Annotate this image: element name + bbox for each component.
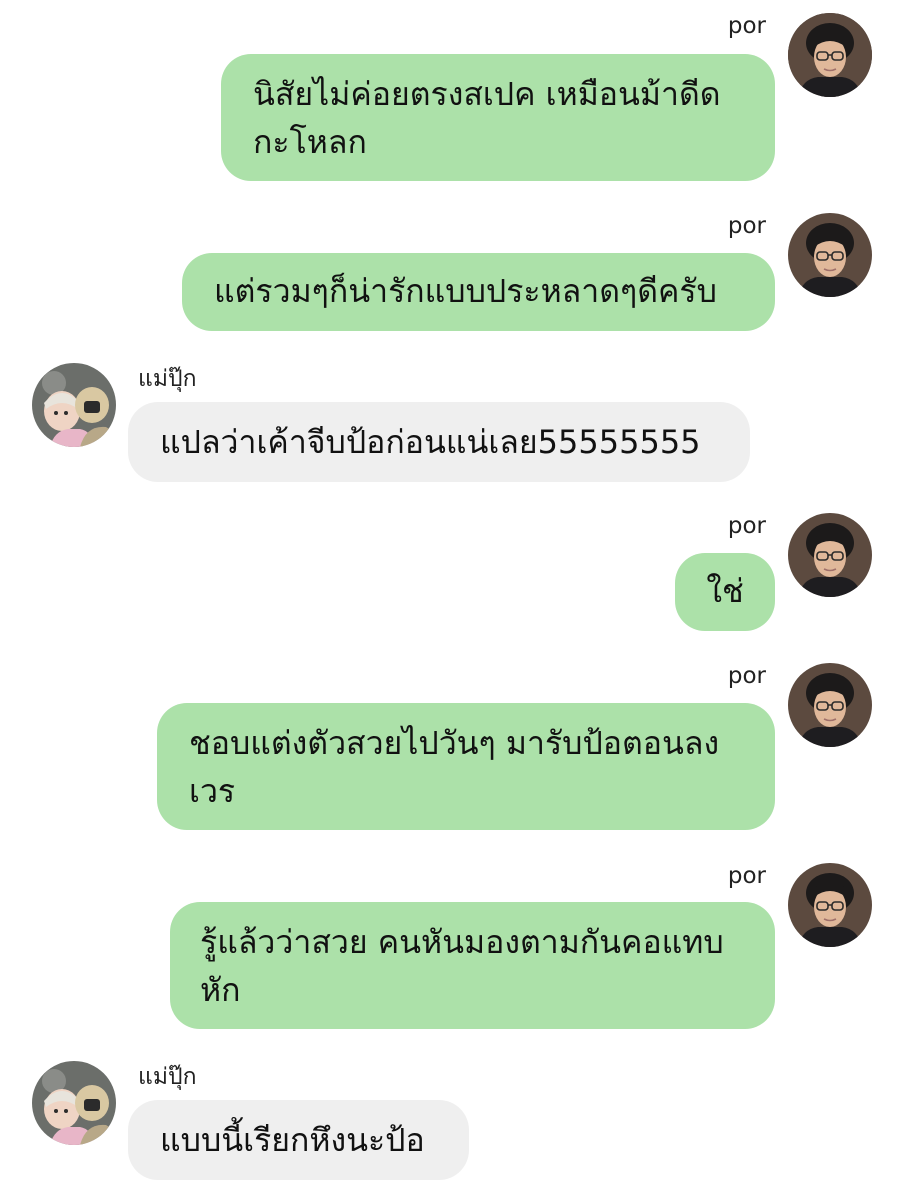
chat-message-outgoing: por แต่รวมๆก็น่ารักแบบประหลาดๆดีครับ [0, 200, 903, 340]
figurine-couple-avatar-icon[interactable] [32, 1061, 116, 1145]
sender-name: por [727, 213, 766, 239]
chat-message-outgoing: por นิสัยไม่ค่อยตรงสเปค เหมือนม้าดีดกะโห… [0, 0, 903, 190]
man-glasses-avatar-icon[interactable] [788, 513, 872, 597]
figurine-couple-avatar-icon[interactable] [32, 363, 116, 447]
chat-message-incoming: แม่ปุ๊ก แปลว่าเค้าจีบป้อก่อนแน่เลย555555… [0, 350, 903, 490]
chat-message-incoming: แม่ปุ๊ก แบบนี้เรียกหึงนะป้อ [0, 1048, 903, 1200]
man-glasses-avatar-icon[interactable] [788, 213, 872, 297]
sender-name: por [727, 513, 766, 539]
message-bubble[interactable]: รู้แล้วว่าสวย คนหันมองตามกันคอแทบหัก [170, 902, 775, 1029]
message-bubble[interactable]: แปลว่าเค้าจีบป้อก่อนแน่เลย55555555 [128, 402, 750, 482]
sender-name: แม่ปุ๊ก [138, 366, 197, 392]
message-bubble[interactable]: ใช่ [675, 553, 775, 631]
chat-message-outgoing: por รู้แล้วว่าสวย คนหันมองตามกันคอแทบหัก [0, 850, 903, 1040]
message-bubble[interactable]: แต่รวมๆก็น่ารักแบบประหลาดๆดีครับ [182, 253, 775, 331]
man-glasses-avatar-icon[interactable] [788, 663, 872, 747]
sender-name: por [727, 13, 766, 39]
man-glasses-avatar-icon[interactable] [788, 13, 872, 97]
message-bubble[interactable]: แบบนี้เรียกหึงนะป้อ [128, 1100, 469, 1180]
message-bubble[interactable]: นิสัยไม่ค่อยตรงสเปค เหมือนม้าดีดกะโหลก [221, 54, 775, 181]
sender-name: แม่ปุ๊ก [138, 1064, 197, 1090]
sender-name: por [727, 663, 766, 689]
chat-message-outgoing: por ชอบแต่งตัวสวยไปวันๆ มารับป้อตอนลงเวร [0, 650, 903, 840]
message-bubble[interactable]: ชอบแต่งตัวสวยไปวันๆ มารับป้อตอนลงเวร [157, 703, 775, 830]
chat-message-outgoing: por ใช่ [0, 500, 903, 640]
man-glasses-avatar-icon[interactable] [788, 863, 872, 947]
sender-name: por [727, 863, 766, 889]
